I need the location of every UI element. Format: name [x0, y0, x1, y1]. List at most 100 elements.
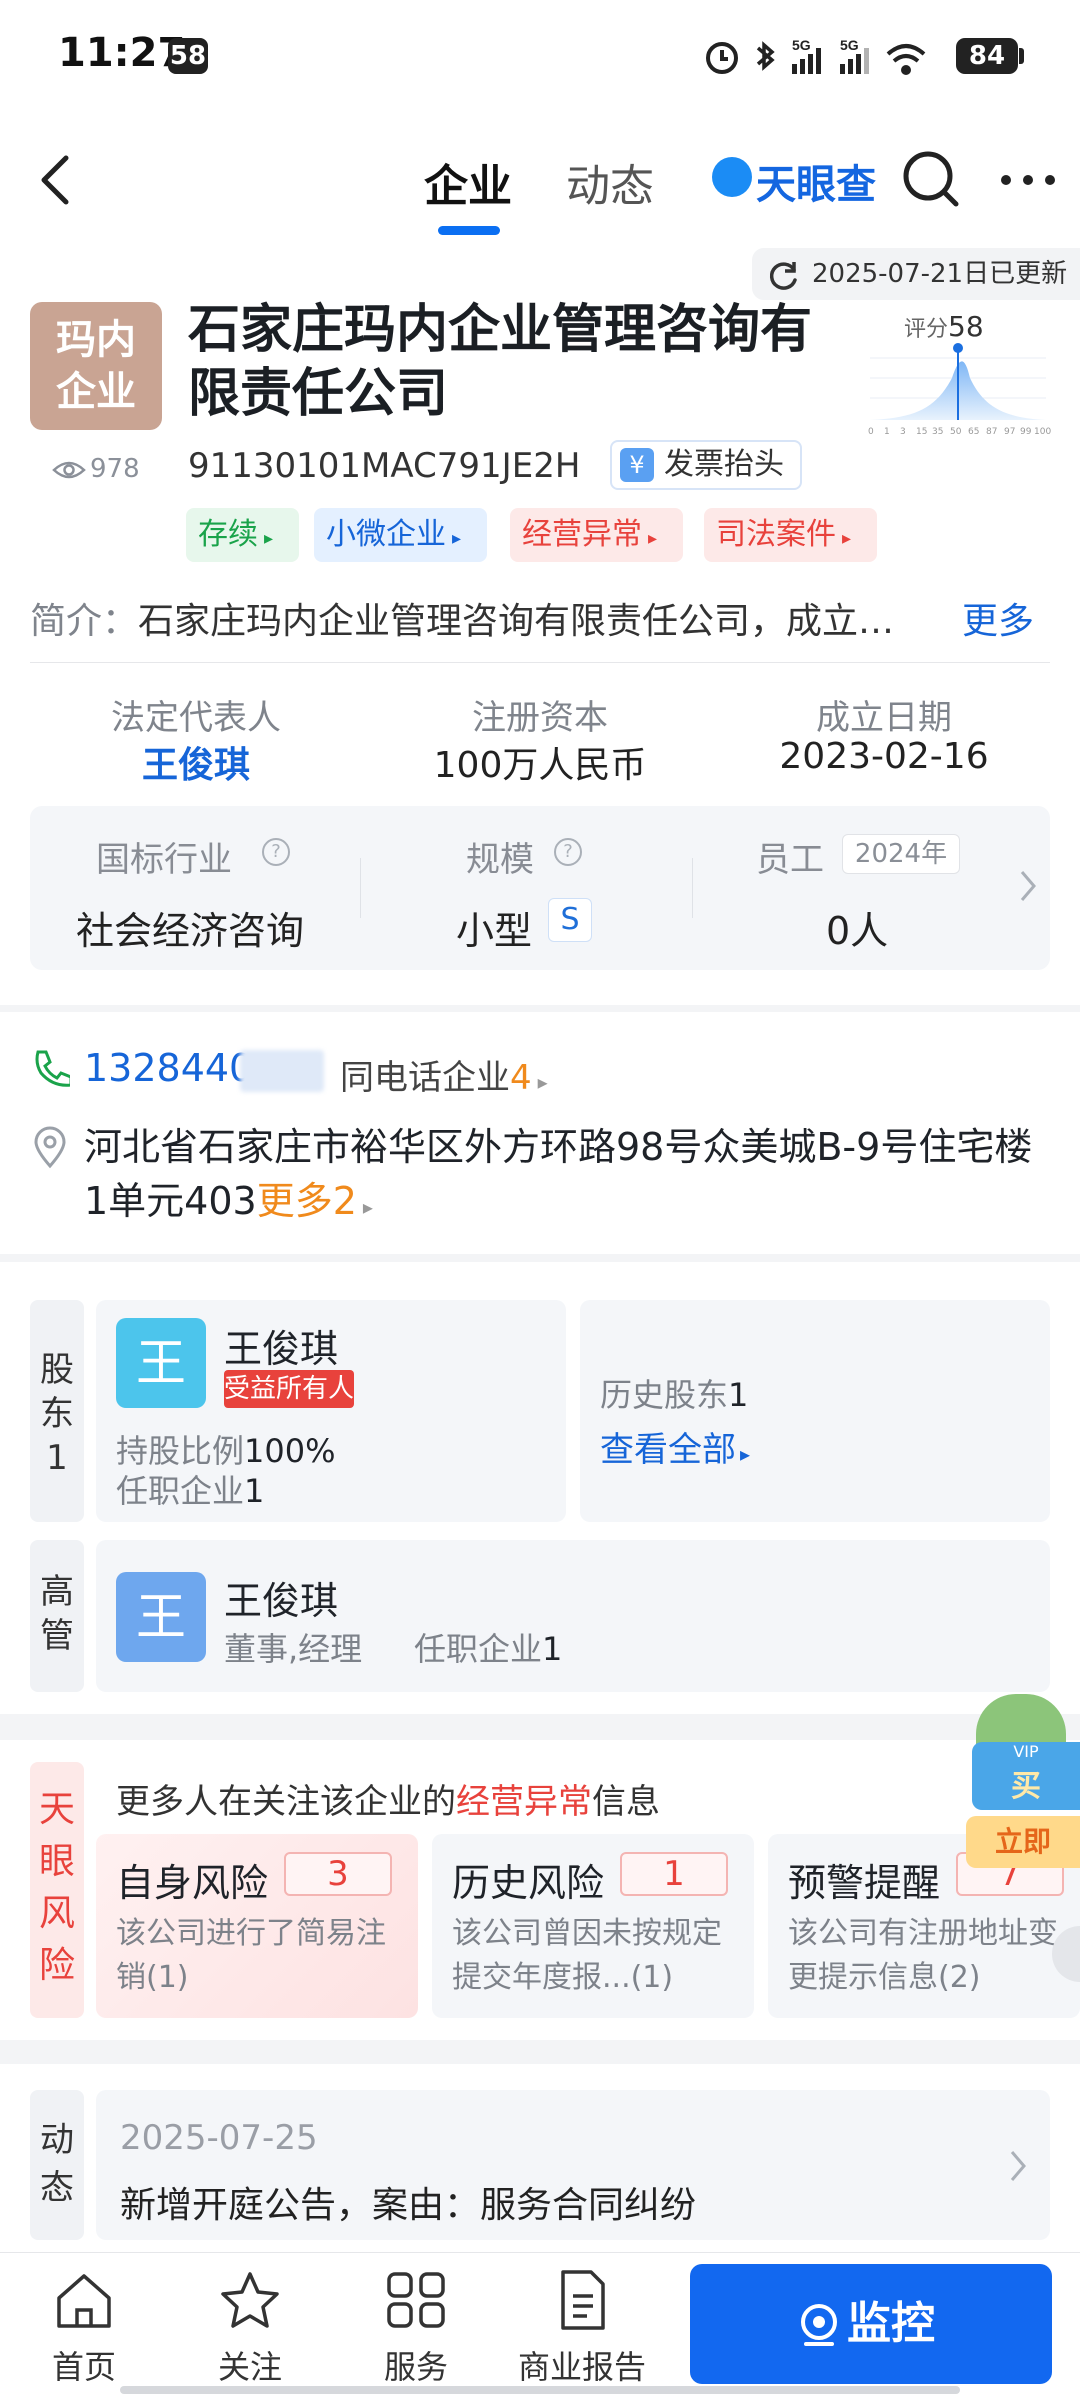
- dynamic-side-label[interactable]: 动态: [30, 2090, 84, 2240]
- risk-side-label[interactable]: 天眼风险: [30, 1762, 84, 2018]
- founded-date-label: 成立日期: [816, 698, 952, 738]
- company-name: 石家庄玛内企业管理咨询有限责任公司: [188, 300, 813, 424]
- bluetooth-icon: [756, 41, 775, 71]
- risk-headline-suffix: 信息: [592, 1782, 660, 1822]
- industry-value: 社会经济咨询: [76, 909, 305, 953]
- tab-enterprise[interactable]: 企业: [424, 150, 512, 214]
- tag-status-label: 存续: [198, 517, 258, 552]
- bottom-nav-label: 关注: [217, 2348, 282, 2386]
- same-phone-label: 同电话企业: [340, 1058, 510, 1098]
- executives-side-text: 高管: [40, 1572, 74, 1656]
- company-logo: 玛内 企业: [30, 302, 162, 430]
- post-label: 任职企业: [116, 1472, 245, 1510]
- location-pin-icon: [34, 1126, 66, 1169]
- tag-business-anomaly-label: 经营异常: [522, 517, 642, 552]
- view-count: 978: [90, 454, 140, 484]
- vip-buy-text: 买: [1011, 1769, 1041, 1804]
- intro-label: 简介：: [30, 601, 139, 642]
- chevron-right-icon: ▸: [648, 528, 658, 549]
- phone-masked-digits: [240, 1050, 324, 1092]
- help-icon[interactable]: ?: [554, 838, 582, 866]
- vip-promo-float[interactable]: VIP 买 立即: [966, 1690, 1080, 1870]
- score-axis-label: 100: [1034, 427, 1051, 437]
- risk-headline: 更多人在关注该企业的经营异常信息: [116, 1774, 660, 1823]
- ratio-label: 持股比例: [116, 1432, 245, 1470]
- update-text: 2025-07-21日已更新: [812, 259, 1068, 289]
- back-arrow-icon[interactable]: [36, 152, 76, 208]
- brand-name: 天眼查: [756, 162, 876, 208]
- svg-text:5G: 5G: [840, 37, 859, 53]
- search-icon[interactable]: [900, 148, 964, 212]
- phone-number[interactable]: 1328440: [84, 1046, 253, 1090]
- company-address[interactable]: 河北省石家庄市裕华区外方环路98号众美城B-9号住宅楼1单元403更多2 ▸: [84, 1120, 1044, 1234]
- shareholders-side-count: 1: [46, 1438, 68, 1478]
- view-all-link[interactable]: 查看全部 ▸: [600, 1422, 750, 1471]
- same-phone-companies[interactable]: 同电话企业4 ▸: [340, 1050, 548, 1099]
- svg-text:5G: 5G: [792, 37, 811, 53]
- risk-title: 预警提醒: [788, 1861, 941, 1905]
- tag-status[interactable]: 存续 ▸: [186, 508, 300, 562]
- risk-title: 历史风险: [452, 1861, 605, 1905]
- chevron-right-icon[interactable]: [1018, 868, 1038, 904]
- invoice-title-label: 发票抬头: [664, 447, 784, 482]
- score-distribution-chart[interactable]: 0 1 3 15 35 50 65 87 97 99 100: [866, 338, 1052, 438]
- help-icon[interactable]: ?: [262, 838, 290, 866]
- shareholders-side-label[interactable]: 股东 1: [30, 1300, 84, 1522]
- score-axis-label: 35: [932, 427, 943, 437]
- score-axis-label: 50: [950, 427, 962, 437]
- risk-side-text: 天眼风险: [39, 1789, 76, 1986]
- address-text: 河北省石家庄市裕华区外方环路98号众美城B-9号住宅楼1单元403: [84, 1125, 1033, 1223]
- battery-tip: [1019, 48, 1024, 64]
- notification-count-badge: 58: [168, 38, 208, 74]
- monitor-button[interactable]: 监控: [690, 2264, 1052, 2384]
- address-more-label: 更多: [256, 1179, 333, 1223]
- staff-year-chip: 2024年: [842, 834, 960, 874]
- intro-more-link[interactable]: 更多: [958, 592, 1035, 644]
- risk-headline-prefix: 更多人在关注该企业的: [116, 1782, 456, 1822]
- risk-desc: 该公司曾因未按规定提交年度报...(1): [452, 1916, 722, 1995]
- shareholder-name[interactable]: 王俊琪: [224, 1318, 338, 1373]
- credit-code[interactable]: 91130101MAC791JE2H: [188, 446, 580, 486]
- bottom-nav-service[interactable]: 服务: [356, 2268, 476, 2388]
- address-more-count: 2: [332, 1179, 357, 1223]
- history-label: 历史股东: [600, 1376, 729, 1414]
- tag-small-micro-label: 小微企业: [326, 517, 446, 552]
- shareholder-posts: 任职企业1: [116, 1466, 264, 1512]
- tab-dynamic[interactable]: 动态: [566, 150, 654, 214]
- tag-small-micro[interactable]: 小微企业 ▸: [314, 508, 488, 562]
- alarm-icon: [706, 42, 738, 74]
- tag-judicial-case-label: 司法案件: [716, 517, 836, 552]
- bottom-nav-home[interactable]: 首页: [24, 2268, 144, 2388]
- company-intro[interactable]: 简介：石家庄玛内企业管理咨询有限责任公司，成立…: [30, 592, 1050, 644]
- legal-rep-label: 法定代表人: [111, 698, 281, 738]
- grid-icon: [387, 2272, 445, 2328]
- executives-side-label[interactable]: 高管: [30, 1540, 84, 1692]
- bottom-nav-report[interactable]: 商业报告: [502, 2268, 662, 2388]
- intro-text: 石家庄玛内企业管理咨询有限责任公司，成立…: [138, 601, 895, 642]
- score-axis-label: 65: [968, 427, 979, 437]
- update-status-chip[interactable]: 2025-07-21日已更新: [752, 248, 1080, 300]
- home-icon: [57, 2274, 111, 2328]
- history-count: 1: [728, 1376, 749, 1414]
- tag-judicial-case[interactable]: 司法案件 ▸: [704, 508, 878, 562]
- tag-business-anomaly[interactable]: 经营异常 ▸: [510, 508, 684, 562]
- executive-posts: 任职企业1: [414, 1624, 562, 1670]
- exec-post-value: 1: [542, 1630, 563, 1668]
- gesture-bar[interactable]: [120, 2386, 960, 2394]
- star-icon: [221, 2272, 279, 2328]
- bottom-nav-follow[interactable]: 关注: [190, 2268, 310, 2388]
- bottom-nav-label: 首页: [51, 2348, 116, 2386]
- legal-rep-value[interactable]: 王俊琪: [46, 736, 346, 788]
- signal-5g-icon: 5G: [792, 37, 821, 74]
- active-tab-indicator: [438, 226, 500, 235]
- executive-name[interactable]: 王俊琪: [224, 1570, 338, 1625]
- executive-avatar: 王: [116, 1572, 206, 1662]
- phone-icon: [35, 1050, 70, 1087]
- chevron-right-icon: ▸: [452, 528, 462, 549]
- staff-value: 0人: [826, 909, 889, 953]
- status-time: 11:27: [58, 30, 186, 76]
- more-menu-icon[interactable]: [998, 170, 1058, 190]
- invoice-icon: ¥: [620, 448, 654, 482]
- document-icon: [561, 2270, 605, 2330]
- chevron-right-icon: ▸: [362, 1195, 373, 1219]
